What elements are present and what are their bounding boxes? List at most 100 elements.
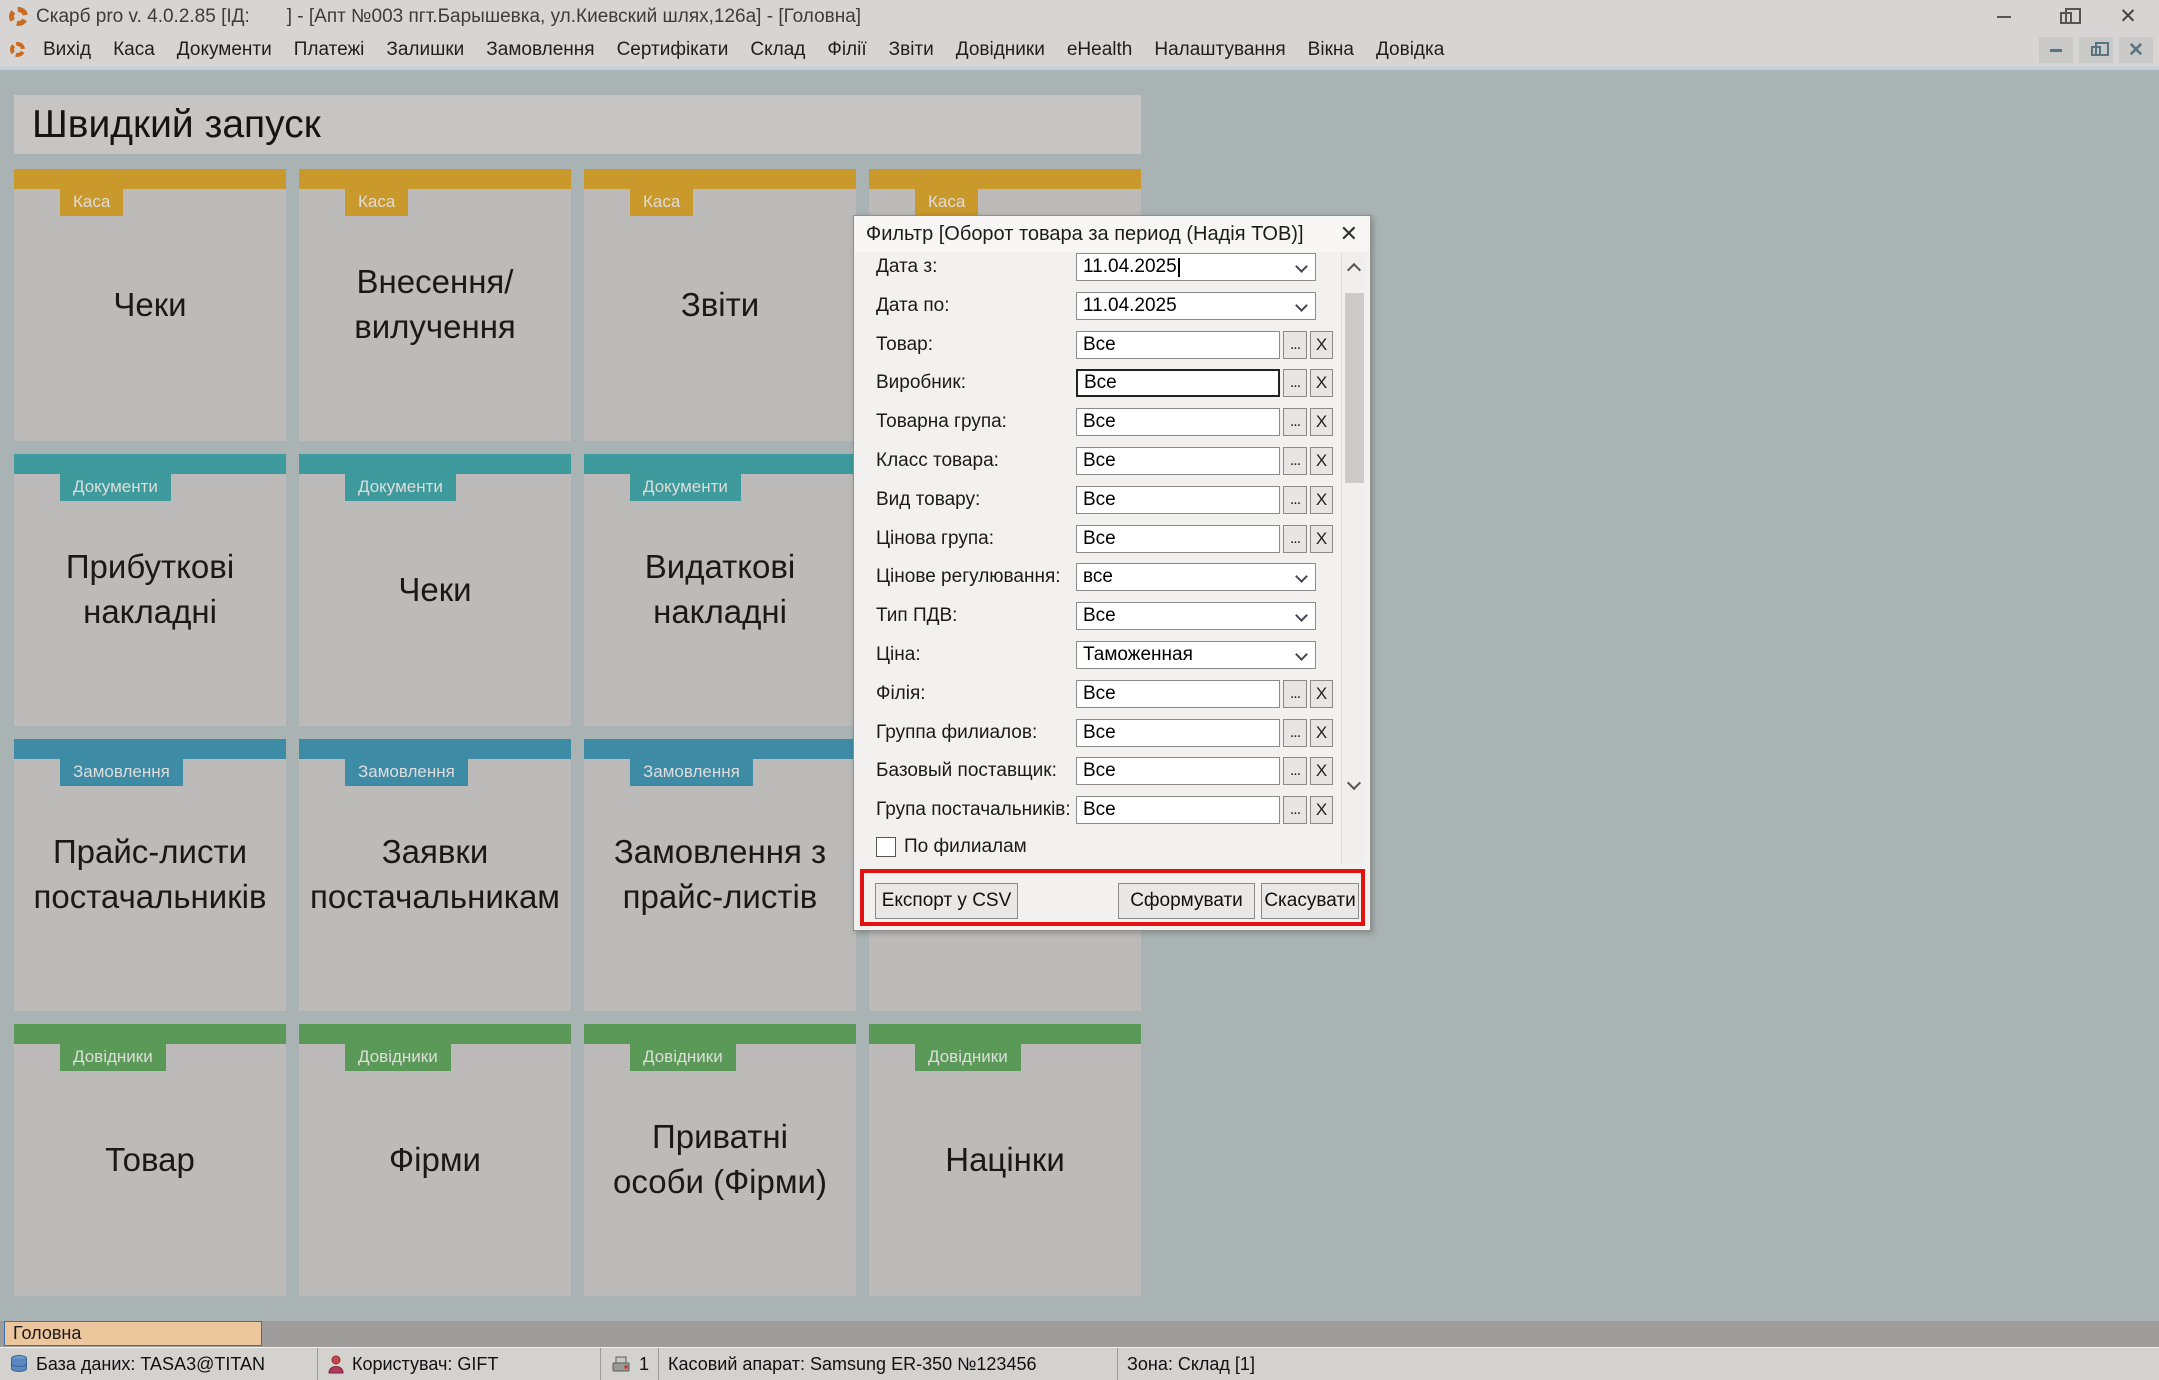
menu-item[interactable]: eHealth xyxy=(1056,33,1144,66)
quick-launch-tile[interactable]: Замовлення Замовлення з прайс-листів xyxy=(584,739,856,1011)
text-field[interactable]: Все xyxy=(1076,719,1280,747)
menu-item[interactable]: Налаштування xyxy=(1143,33,1296,66)
chevron-down-icon[interactable] xyxy=(1295,648,1308,661)
field-label: Тип ПДВ: xyxy=(876,605,1076,627)
text-field[interactable]: Все xyxy=(1076,796,1280,824)
browse-ellipsis-button[interactable]: ... xyxy=(1283,796,1307,824)
scroll-up-icon[interactable] xyxy=(1347,263,1361,277)
mdi-restore-button[interactable] xyxy=(2079,37,2113,63)
menu-item[interactable]: Філії xyxy=(816,33,877,66)
tab-holovna[interactable]: Головна xyxy=(4,1321,262,1346)
menu-item[interactable]: Звіти xyxy=(878,33,945,66)
combo-field[interactable]: 11.04.2025 xyxy=(1076,253,1316,281)
clear-button[interactable]: X xyxy=(1310,680,1333,708)
field-label: Дата з: xyxy=(876,256,1076,278)
quick-launch-tile[interactable]: Довідники Фірми xyxy=(299,1024,571,1296)
dialog-titlebar[interactable]: Фильтр [Оборот товара за период (Надія Т… xyxy=(854,216,1370,252)
browse-ellipsis-button[interactable]: ... xyxy=(1283,369,1307,397)
combo-field[interactable]: Все xyxy=(1076,602,1316,630)
chevron-down-icon[interactable] xyxy=(1295,571,1308,584)
quick-launch-tile[interactable]: Довідники Товар xyxy=(14,1024,286,1296)
quick-launch-tile[interactable]: Замовлення Заявки постачальникам xyxy=(299,739,571,1011)
browse-ellipsis-button[interactable]: ... xyxy=(1283,757,1307,785)
menu-bar: ВихідКасаДокументиПлатежіЗалишкиЗамовлен… xyxy=(0,33,2159,66)
clear-button[interactable]: X xyxy=(1310,525,1333,553)
quick-launch-tile[interactable]: Довідники Приватні особи (Фірми) xyxy=(584,1024,856,1296)
clear-button[interactable]: X xyxy=(1310,331,1333,359)
browse-field: Все ... X xyxy=(1076,408,1333,436)
chevron-down-icon[interactable] xyxy=(1295,609,1308,622)
cancel-button[interactable]: Скасувати xyxy=(1261,883,1359,919)
browse-ellipsis-button[interactable]: ... xyxy=(1283,525,1307,553)
menu-item[interactable]: Каса xyxy=(102,33,166,66)
browse-ellipsis-button[interactable]: ... xyxy=(1283,719,1307,747)
menu-item[interactable]: Замовлення xyxy=(475,33,605,66)
menu-item[interactable]: Вихід xyxy=(32,33,102,66)
combo-field[interactable]: 11.04.2025 xyxy=(1076,292,1316,320)
dialog-close-icon[interactable]: ✕ xyxy=(1340,221,1358,247)
mdi-minimize-button[interactable] xyxy=(2039,37,2073,63)
clear-button[interactable]: X xyxy=(1310,447,1333,475)
text-field[interactable]: Все xyxy=(1076,447,1280,475)
restore-button[interactable] xyxy=(2035,0,2097,33)
generate-button[interactable]: Сформувати xyxy=(1118,883,1255,919)
quick-launch-tile[interactable]: Каса Звіти xyxy=(584,169,856,441)
menu-item[interactable]: Сертифікати xyxy=(606,33,740,66)
quick-launch-tile[interactable]: Документи Прибуткові накладні xyxy=(14,454,286,726)
quick-launch-tile[interactable]: Каса Внесення/вилучення xyxy=(299,169,571,441)
tile-label: Звіти xyxy=(584,169,856,441)
close-button[interactable]: ✕ xyxy=(2097,0,2159,33)
browse-ellipsis-button[interactable]: ... xyxy=(1283,486,1307,514)
minimize-button[interactable] xyxy=(1973,0,2035,33)
tile-label: Чеки xyxy=(14,169,286,441)
menu-item[interactable]: Вікна xyxy=(1297,33,1365,66)
cash-register-icon xyxy=(610,1355,632,1373)
text-field[interactable]: Все xyxy=(1076,331,1280,359)
dialog-title: Фильтр [Оборот товара за период (Надія Т… xyxy=(866,223,1304,246)
browse-ellipsis-button[interactable]: ... xyxy=(1283,447,1307,475)
clear-button[interactable]: X xyxy=(1310,369,1333,397)
combo-field[interactable]: Таможенная xyxy=(1076,641,1316,669)
by-branches-checkbox[interactable] xyxy=(876,837,896,857)
menu-item[interactable]: Документи xyxy=(166,33,283,66)
text-field[interactable]: Все xyxy=(1076,369,1280,397)
clear-button[interactable]: X xyxy=(1310,719,1333,747)
text-field[interactable]: Все xyxy=(1076,680,1280,708)
scrollbar-thumb[interactable] xyxy=(1345,293,1364,483)
browse-ellipsis-button[interactable]: ... xyxy=(1283,408,1307,436)
chevron-down-icon[interactable] xyxy=(1295,260,1308,273)
restore-icon xyxy=(2091,46,2101,56)
field-value: Все xyxy=(1083,605,1116,627)
menu-item[interactable]: Платежі xyxy=(283,33,376,66)
quick-launch-tile[interactable]: Замовлення Прайс-листи постачальників xyxy=(14,739,286,1011)
menu-item[interactable]: Довідка xyxy=(1365,33,1455,66)
bottom-tab-strip: Головна xyxy=(0,1321,2159,1347)
browse-ellipsis-button[interactable]: ... xyxy=(1283,680,1307,708)
browse-ellipsis-button[interactable]: ... xyxy=(1283,331,1307,359)
menu-item[interactable]: Довідники xyxy=(945,33,1056,66)
text-field[interactable]: Все xyxy=(1076,486,1280,514)
field-value: Все xyxy=(1084,372,1117,394)
scroll-down-icon[interactable] xyxy=(1347,776,1361,790)
dialog-scrollbar[interactable] xyxy=(1341,253,1366,863)
menu-item[interactable]: Склад xyxy=(739,33,816,66)
quick-launch-tile[interactable]: Документи Чеки xyxy=(299,454,571,726)
quick-launch-tile[interactable]: Каса Чеки xyxy=(14,169,286,441)
export-csv-button[interactable]: Експорт у CSV xyxy=(875,883,1018,919)
clear-button[interactable]: X xyxy=(1310,408,1333,436)
clear-button[interactable]: X xyxy=(1310,486,1333,514)
clear-button[interactable]: X xyxy=(1310,757,1333,785)
clear-button[interactable]: X xyxy=(1310,796,1333,824)
tile-label: Чеки xyxy=(299,454,571,726)
statusbar-section: База даних: TASA3@TITAN xyxy=(0,1348,318,1380)
quick-launch-tile[interactable]: Документи Видаткові накладні xyxy=(584,454,856,726)
quick-launch-tile[interactable]: Довідники Націнки xyxy=(869,1024,1141,1296)
text-field[interactable]: Все xyxy=(1076,525,1280,553)
combo-field[interactable]: все xyxy=(1076,563,1316,591)
filter-field-row: Цінове регулювання: все все ... X xyxy=(876,563,1316,591)
text-field[interactable]: Все xyxy=(1076,408,1280,436)
mdi-close-button[interactable]: ✕ xyxy=(2119,37,2153,63)
text-field[interactable]: Все xyxy=(1076,757,1280,785)
menu-item[interactable]: Залишки xyxy=(375,33,475,66)
chevron-down-icon[interactable] xyxy=(1295,299,1308,312)
